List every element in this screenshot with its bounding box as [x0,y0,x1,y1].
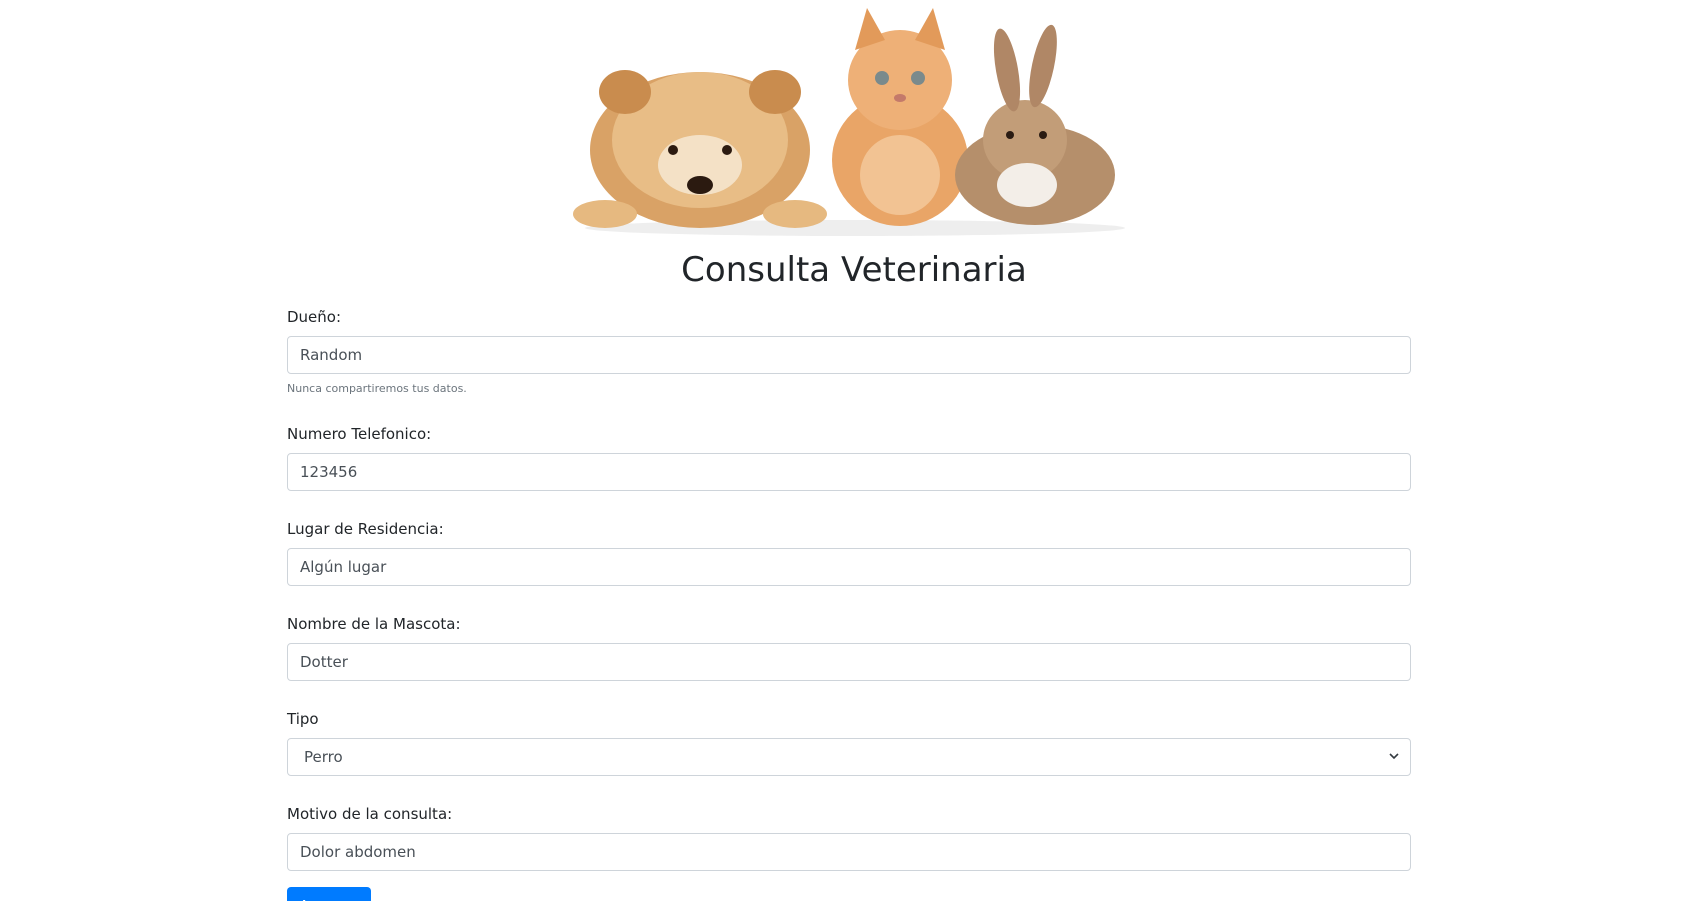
pet-name-group: Nombre de la Mascota: [287,613,1412,681]
reason-group: Motivo de la consulta: [287,803,1412,871]
residence-group: Lugar de Residencia: [287,518,1412,586]
hero-pets-image [555,0,1155,236]
rabbit-illustration [955,24,1115,225]
phone-group: Numero Telefonico: [287,423,1412,491]
type-label: Tipo [287,710,319,728]
pet-name-label: Nombre de la Mascota: [287,615,461,633]
reason-input[interactable] [287,833,1411,871]
owner-input[interactable] [287,336,1411,374]
reason-label: Motivo de la consulta: [287,805,453,823]
residence-input[interactable] [287,548,1411,586]
chevron-down-icon [1389,753,1399,760]
owner-label: Dueño: [287,308,342,326]
phone-input[interactable] [287,453,1411,491]
type-group: Tipo Perro [287,708,1412,776]
add-button[interactable]: Agregar [287,887,371,901]
residence-label: Lugar de Residencia: [287,520,444,538]
consultation-form: Dueño: Nunca compartiremos tus datos. Nu… [287,306,1412,901]
page-title: Consulta Veterinaria [681,250,1027,290]
phone-label: Numero Telefonico: [287,425,432,443]
owner-help-text: Nunca compartiremos tus datos. [287,382,467,395]
kitten-illustration [832,8,968,226]
puppy-illustration [573,70,827,228]
type-select[interactable]: Perro [287,738,1411,776]
owner-group: Dueño: Nunca compartiremos tus datos. [287,306,1412,397]
type-select-value: Perro [287,738,1411,776]
pet-name-input[interactable] [287,643,1411,681]
page: Consulta Veterinaria Dueño: Nunca compar… [0,0,1708,901]
